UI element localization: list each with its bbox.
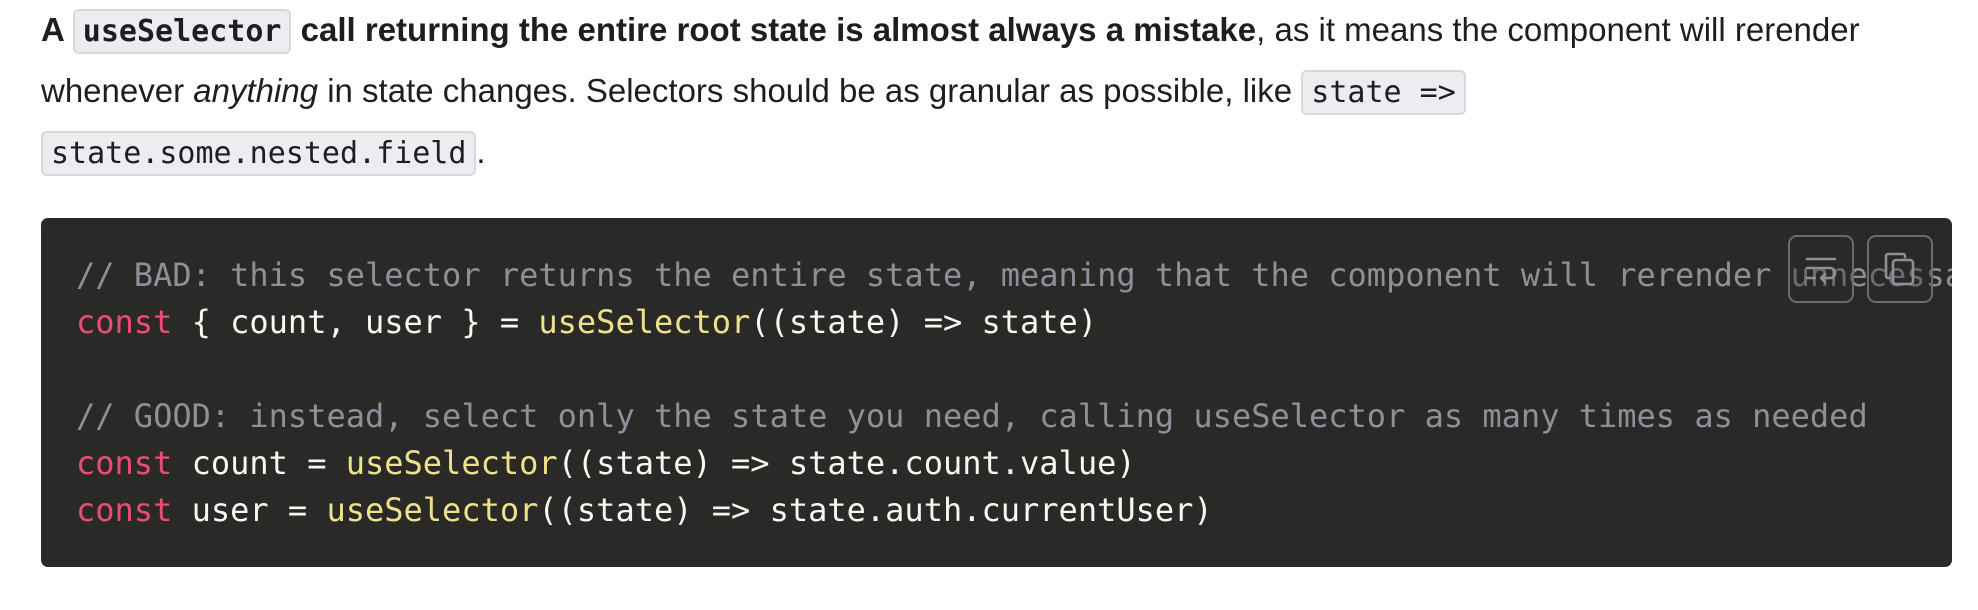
emphasis-anything: anything <box>193 72 319 109</box>
code-text: user = <box>172 491 327 529</box>
word-wrap-button[interactable] <box>1788 235 1854 303</box>
bold-tail: call returning the entire root state is … <box>291 11 1257 48</box>
code-text: ((state) => state.count.value) <box>557 444 1136 482</box>
paragraph-line-2: whenever anything in state changes. Sele… <box>41 61 1941 122</box>
code-content[interactable]: // BAD: this selector returns the entire… <box>76 252 1952 534</box>
code-block: // BAD: this selector returns the entire… <box>41 218 1952 567</box>
code-keyword: const <box>76 303 173 341</box>
code-function: useSelector <box>345 444 558 482</box>
code-text: count = <box>172 444 346 482</box>
code-text: { count, user } = <box>172 303 539 341</box>
code-comment-bad: // BAD: this selector returns the entire… <box>76 256 1952 294</box>
paragraph-text-2a: whenever <box>41 72 194 109</box>
paragraph-text-2b: in state changes. Selectors should be as… <box>318 72 1302 109</box>
code-function: useSelector <box>538 303 751 341</box>
copy-icon <box>1884 252 1915 286</box>
word-wrap-icon <box>1805 257 1837 284</box>
inline-code-state-arrow: state => <box>1301 70 1466 115</box>
code-text: ((state) => state.auth.currentUser) <box>538 491 1213 529</box>
code-function: useSelector <box>326 491 539 529</box>
inline-code-useSelector: useSelector <box>72 9 292 54</box>
paragraph-line-1: A useSelector call returning the entire … <box>41 0 1941 61</box>
copy-button[interactable] <box>1867 235 1933 303</box>
bold-lead: A <box>41 11 73 48</box>
code-keyword: const <box>76 491 173 529</box>
code-comment-good: // GOOD: instead, select only the state … <box>76 397 1868 435</box>
paragraph-bold-text: A useSelector call returning the entire … <box>41 9 1257 54</box>
paragraph-line-3: state.some.nested.field. <box>41 122 1941 183</box>
code-text: ((state) => state) <box>750 303 1098 341</box>
paragraph-text-1: , as it means the component will rerende… <box>1256 11 1860 48</box>
inline-code-state-field: state.some.nested.field <box>41 131 477 176</box>
explanation-paragraph: A useSelector call returning the entire … <box>41 0 1941 183</box>
paragraph-period: . <box>476 133 486 170</box>
code-keyword: const <box>76 444 173 482</box>
